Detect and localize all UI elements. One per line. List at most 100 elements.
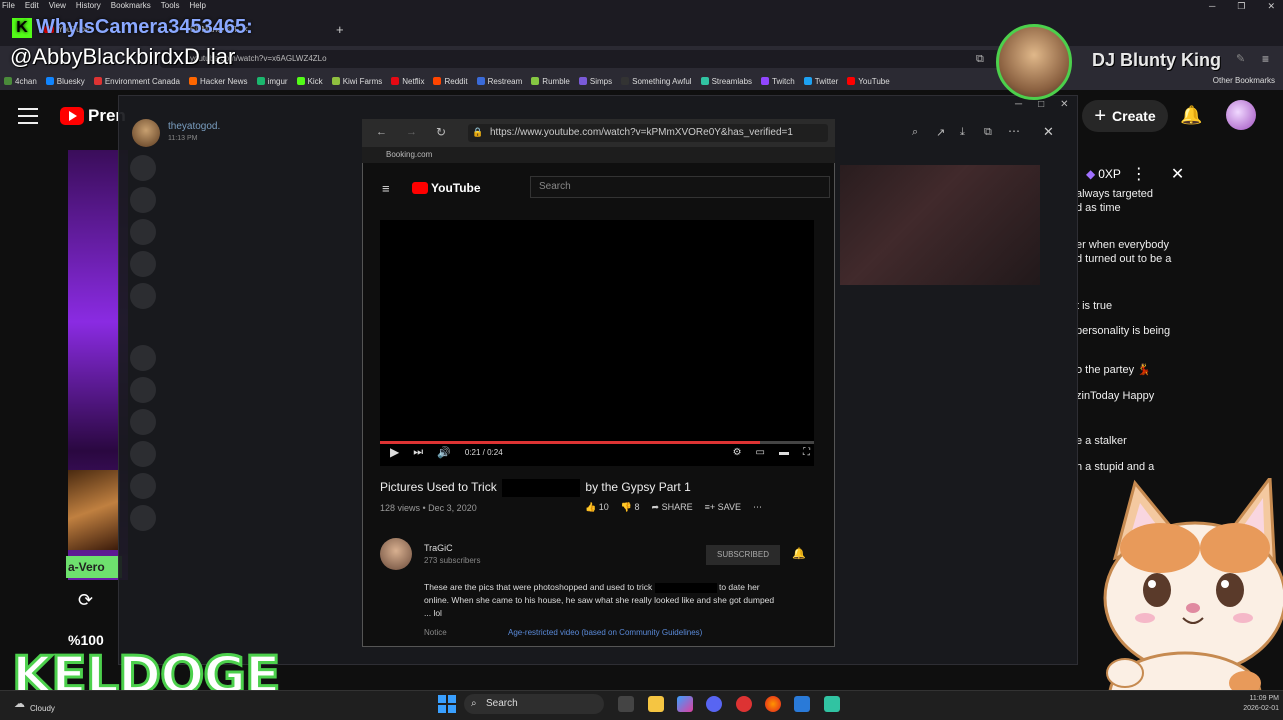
- restore-icon[interactable]: ❐: [1237, 0, 1245, 12]
- dislike-button[interactable]: 👎 8: [621, 502, 640, 513]
- file-explorer-icon[interactable]: [648, 696, 664, 712]
- server-icon[interactable]: [130, 283, 156, 309]
- chat-close-icon[interactable]: ✕: [1171, 164, 1184, 184]
- bookmark-item[interactable]: Something Awful: [621, 77, 692, 86]
- share-button[interactable]: ➦ SHARE: [652, 502, 693, 513]
- search-input[interactable]: Search: [530, 176, 830, 198]
- bookmark-item[interactable]: 4chan: [4, 77, 37, 86]
- url-bar[interactable]: youtube.com/watch?v=x6AGLWZ4ZLo: [160, 50, 1000, 68]
- extension-icon[interactable]: ✎: [1236, 52, 1245, 65]
- youtube-logo[interactable]: Pren: [60, 106, 126, 126]
- play-icon[interactable]: ▶: [390, 445, 399, 459]
- menu-edit[interactable]: Edit: [25, 0, 39, 12]
- discord-username[interactable]: theyatogod.: [168, 121, 220, 132]
- menu-bookmarks[interactable]: Bookmarks: [111, 0, 151, 12]
- forward-icon[interactable]: →: [406, 126, 417, 138]
- menu-history[interactable]: History: [76, 0, 101, 12]
- channel-avatar[interactable]: [380, 538, 412, 570]
- bookmark-item[interactable]: Twitter: [803, 77, 838, 86]
- bookmark-item[interactable]: Reddit: [433, 77, 468, 86]
- start-icon[interactable]: [438, 695, 456, 713]
- bookmark-item[interactable]: Hacker News: [188, 77, 248, 86]
- next-icon[interactable]: ⏭: [413, 446, 423, 459]
- popout-icon[interactable]: ⧉: [984, 126, 992, 139]
- server-icon[interactable]: [130, 187, 156, 213]
- close-icon[interactable]: ✕: [1060, 99, 1068, 110]
- server-icon[interactable]: [130, 345, 156, 371]
- taskbar-search[interactable]: ⌕ Search: [464, 694, 604, 714]
- discord-icon[interactable]: [706, 696, 722, 712]
- age-restricted-link[interactable]: Age-restricted video (based on Community…: [508, 628, 702, 637]
- fullscreen-icon[interactable]: ⛶: [803, 447, 810, 458]
- app-icon[interactable]: [736, 696, 752, 712]
- repeat-icon[interactable]: ⟳: [78, 590, 93, 611]
- app-menu-icon[interactable]: ≡: [1262, 52, 1269, 66]
- download-icon[interactable]: ⤓: [960, 126, 965, 139]
- server-icon[interactable]: [130, 377, 156, 403]
- yt-hamburger-icon[interactable]: ≡: [382, 181, 390, 196]
- more-options-icon[interactable]: ⋮: [1131, 164, 1147, 184]
- share-arrow-icon[interactable]: ↗: [936, 126, 945, 139]
- save-button[interactable]: ≡+ SAVE: [705, 502, 741, 513]
- firefox-icon[interactable]: [765, 696, 781, 712]
- theater-icon[interactable]: ▬: [779, 447, 789, 458]
- back-icon[interactable]: ←: [376, 126, 387, 138]
- server-icon[interactable]: [130, 155, 156, 181]
- new-tab-icon[interactable]: +: [336, 22, 344, 37]
- store-icon[interactable]: [794, 696, 810, 712]
- menu-help[interactable]: Help: [189, 0, 205, 12]
- server-icon[interactable]: [130, 219, 156, 245]
- bookmark-item[interactable]: Bluesky: [45, 77, 85, 86]
- menu-view[interactable]: View: [49, 0, 66, 12]
- menu-file[interactable]: File: [2, 0, 15, 12]
- bookmark-item[interactable]: Environment Canada: [93, 77, 180, 86]
- more-icon[interactable]: ⋯: [1008, 124, 1020, 138]
- weather-label[interactable]: Cloudy: [30, 704, 55, 713]
- more-actions-icon[interactable]: ⋯: [753, 502, 762, 513]
- notifications-bell-icon[interactable]: 🔔: [1180, 105, 1202, 126]
- settings-icon[interactable]: ⚙: [733, 447, 742, 458]
- bookmark-item[interactable]: Simps: [578, 77, 612, 86]
- bookmark-item[interactable]: YouTube: [847, 77, 890, 86]
- user-avatar[interactable]: [132, 119, 160, 147]
- zoom-icon[interactable]: ⌕: [912, 126, 918, 139]
- copilot-icon[interactable]: [677, 696, 693, 712]
- server-icon[interactable]: [130, 441, 156, 467]
- miniplayer-icon[interactable]: ▭: [756, 447, 765, 458]
- minimize-icon[interactable]: ─: [1209, 0, 1215, 12]
- close-icon[interactable]: ✕: [1267, 0, 1275, 12]
- channel-name[interactable]: TraGiC: [424, 543, 453, 553]
- account-avatar[interactable]: [1226, 100, 1256, 130]
- minimize-icon[interactable]: ─: [1015, 99, 1022, 110]
- stream-close-icon[interactable]: ✕: [1043, 124, 1054, 140]
- screenshare-bookmark[interactable]: Booking.com: [362, 147, 835, 163]
- server-icon[interactable]: [130, 251, 156, 277]
- server-icon[interactable]: [130, 473, 156, 499]
- task-view-icon[interactable]: [618, 696, 634, 712]
- bookmark-item[interactable]: Streamlabs: [700, 77, 752, 86]
- bookmark-item[interactable]: Twitch: [761, 77, 795, 86]
- other-bookmarks[interactable]: Other Bookmarks: [1213, 72, 1275, 90]
- screenshare-url-bar[interactable]: https://www.youtube.com/watch?v=kPMmXVOR…: [468, 124, 828, 142]
- reload-icon[interactable]: ↻: [436, 125, 446, 139]
- bookmark-item[interactable]: Restream: [476, 77, 522, 86]
- screenshare-yt-logo[interactable]: YouTube: [412, 181, 481, 195]
- server-icon[interactable]: [130, 409, 156, 435]
- bookmark-item[interactable]: Kiwi Farms: [331, 77, 382, 86]
- bookmark-item[interactable]: imgur: [256, 77, 288, 86]
- bookmark-item[interactable]: Kick: [296, 77, 323, 86]
- streamlabs-icon[interactable]: [824, 696, 840, 712]
- video-player[interactable]: [380, 220, 814, 466]
- like-button[interactable]: 👍 10: [585, 502, 609, 513]
- maximize-icon[interactable]: □: [1038, 99, 1044, 110]
- reader-mode-icon[interactable]: ⧉: [976, 53, 984, 66]
- server-icon[interactable]: [130, 505, 156, 531]
- system-clock[interactable]: 11:09 PM 2026-02-01: [1243, 694, 1279, 714]
- volume-icon[interactable]: 🔊: [437, 446, 451, 459]
- bookmark-item[interactable]: Rumble: [531, 77, 570, 86]
- notification-bell-icon[interactable]: 🔔: [792, 547, 806, 560]
- bookmark-item[interactable]: Netflix: [391, 77, 424, 86]
- menu-tools[interactable]: Tools: [161, 0, 180, 12]
- menu-hamburger-icon[interactable]: [18, 108, 38, 124]
- create-button[interactable]: + Create: [1082, 100, 1168, 132]
